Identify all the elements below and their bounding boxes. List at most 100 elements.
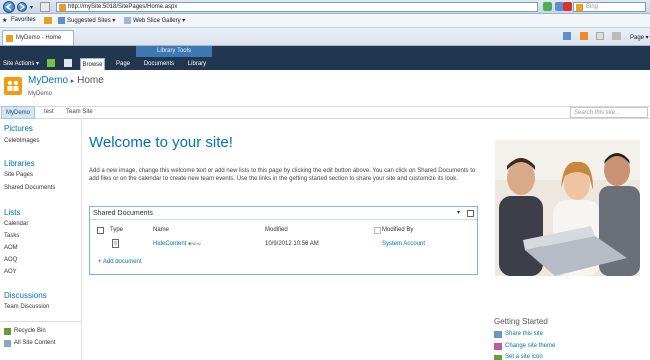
web-slice-icon	[124, 17, 131, 24]
page-icon	[40, 2, 50, 12]
ql-divider	[0, 321, 82, 322]
add-document-link[interactable]: + Add document	[98, 259, 142, 265]
bing-search-input[interactable]: Bing	[573, 2, 646, 12]
page-title: Home	[77, 75, 104, 86]
ql-item-team-discussion[interactable]: Team Discussion	[4, 304, 49, 310]
document-modified: 10/9/2012 10:56 AM	[265, 241, 319, 247]
library-tools-group: Library Tools	[136, 46, 212, 57]
webpart-menu-icon[interactable]: ▾	[457, 207, 460, 220]
ql-all-site-content[interactable]: All Site Content	[14, 340, 55, 346]
go-icon[interactable]	[543, 2, 552, 11]
url-input[interactable]: http://mySite:5018/SitePages/Home.aspx	[56, 2, 538, 12]
welcome-text: Add a new image, change this welcome tex…	[89, 168, 476, 182]
recent-pages-dropdown-icon[interactable]: ▾	[30, 4, 33, 11]
sharepoint-window: ▾ http://mySite:5018/SitePages/Home.aspx…	[0, 0, 650, 360]
site-logo-people-icon	[7, 80, 19, 91]
tab-page[interactable]: Page	[112, 58, 134, 70]
site-favicon-icon	[59, 4, 66, 11]
bing-logo-icon	[576, 4, 583, 11]
recycle-bin-icon	[4, 328, 11, 335]
column-header-modified[interactable]: Modified	[265, 227, 288, 233]
ql-recycle-bin[interactable]: Recycle Bin	[14, 328, 46, 334]
column-header-name[interactable]: Name	[153, 227, 169, 233]
tab-library[interactable]: Library	[183, 58, 211, 70]
share-site-icon	[494, 331, 502, 338]
favorites-button[interactable]: Favorites	[11, 17, 36, 23]
top-navigation	[0, 106, 650, 119]
add-icon: +	[98, 259, 102, 265]
column-header-type[interactable]: Type	[110, 227, 123, 233]
document-icon	[112, 239, 119, 248]
people-at-laptop-image	[495, 140, 640, 276]
page-menu[interactable]: Page ▾	[630, 34, 649, 41]
suggested-sites-icon	[58, 17, 65, 24]
ql-item-tasks[interactable]: Tasks	[4, 233, 19, 239]
ql-header-discussions[interactable]: Discussions	[4, 291, 47, 300]
back-arrow-icon	[5, 3, 12, 11]
site-logo-icon[interactable]	[4, 77, 22, 95]
print-icon[interactable]	[612, 32, 621, 40]
document-modified-by[interactable]: System Account	[382, 241, 425, 247]
ql-header-lists[interactable]: Lists	[4, 208, 20, 217]
web-slice-gallery-link[interactable]: Web Slice Gallery ▾	[133, 17, 185, 24]
browser-tab[interactable]: MyDemo - Home	[2, 30, 74, 45]
favorites-bar: ★ Favorites Suggested Sites ▾ Web Slice …	[0, 14, 650, 28]
theme-icon	[494, 343, 502, 350]
tab-documents[interactable]: Documents	[138, 58, 180, 70]
ql-header-pictures[interactable]: Pictures	[4, 124, 33, 133]
topnav-item-team-site[interactable]: Team Site	[62, 106, 97, 119]
stop-icon[interactable]	[563, 2, 572, 11]
ql-item-celebimages[interactable]: CelebImages	[4, 138, 39, 144]
ql-item-aoy[interactable]: AOY	[4, 269, 17, 275]
ql-item-calendar[interactable]: Calendar	[4, 221, 28, 227]
site-actions-menu[interactable]: Site Actions ▾	[3, 58, 39, 70]
site-subtitle: MyDemo	[28, 91, 53, 97]
tab-browse[interactable]: Browse	[80, 58, 105, 70]
document-name[interactable]: HideContent	[153, 241, 186, 247]
feeds-icon[interactable]	[580, 32, 588, 40]
forward-button[interactable]	[17, 2, 27, 12]
new-badge: ✱NEW	[188, 241, 201, 246]
change-site-theme-link[interactable]: Change site theme	[505, 343, 555, 349]
back-button[interactable]	[3, 1, 15, 13]
ql-item-aoq[interactable]: AOQ	[4, 257, 17, 263]
tab-title: MyDemo - Home	[16, 35, 62, 41]
modified-by-filter-icon[interactable]	[374, 227, 381, 234]
site-image	[495, 140, 640, 276]
all-site-content-icon	[4, 340, 11, 347]
home-icon[interactable]	[563, 32, 571, 40]
mail-icon[interactable]	[596, 32, 604, 40]
ql-item-aom[interactable]: AOM	[4, 245, 18, 251]
breadcrumb: MyDemo ▸ Home	[28, 75, 104, 86]
webpart-title-text[interactable]: Shared Documents	[93, 210, 153, 217]
site-search-input[interactable]: Search this site...	[570, 107, 648, 118]
suggested-sites-link[interactable]: Suggested Sites ▾	[67, 17, 115, 24]
select-all-checkbox[interactable]	[97, 227, 104, 234]
add-document-label[interactable]: Add document	[103, 259, 142, 265]
quick-launch: Pictures CelebImages Libraries Site Page…	[0, 119, 82, 360]
ql-item-site-pages[interactable]: Site Pages	[4, 172, 33, 178]
add-favorite-icon[interactable]	[44, 17, 52, 24]
edit-page-icon[interactable]	[64, 59, 72, 67]
webpart-title: Shared Documents ▾	[90, 207, 477, 220]
navigate-up-icon[interactable]	[47, 59, 55, 67]
welcome-heading: Welcome to your site!	[89, 134, 233, 151]
forward-arrow-icon	[19, 3, 26, 11]
webpart-select-checkbox[interactable]	[467, 210, 474, 217]
topnav-item-test[interactable]: test	[40, 106, 58, 119]
share-this-site-link[interactable]: Share this site	[505, 331, 543, 337]
breadcrumb-separator: ▸	[70, 78, 75, 85]
bing-search-placeholder: Bing	[586, 4, 599, 10]
favorites-star-icon[interactable]: ★	[2, 17, 7, 24]
column-header-modified-by[interactable]: Modified By	[382, 227, 413, 233]
set-site-icon-link[interactable]: Set a site icon	[505, 354, 543, 360]
topnav-item-mydemo[interactable]: MyDemo	[1, 106, 36, 119]
tab-favicon-icon	[6, 35, 13, 42]
getting-started-heading: Getting Started	[494, 317, 548, 326]
url-text: http://mySite:5018/SitePages/Home.aspx	[68, 4, 178, 10]
ql-item-shared-documents[interactable]: Shared Documents	[4, 185, 55, 191]
document-name-link[interactable]: HideContent ✱NEW	[153, 241, 201, 247]
ql-header-libraries[interactable]: Libraries	[4, 159, 35, 168]
site-title-link[interactable]: MyDemo	[28, 75, 68, 86]
site-icon-icon	[494, 355, 502, 360]
